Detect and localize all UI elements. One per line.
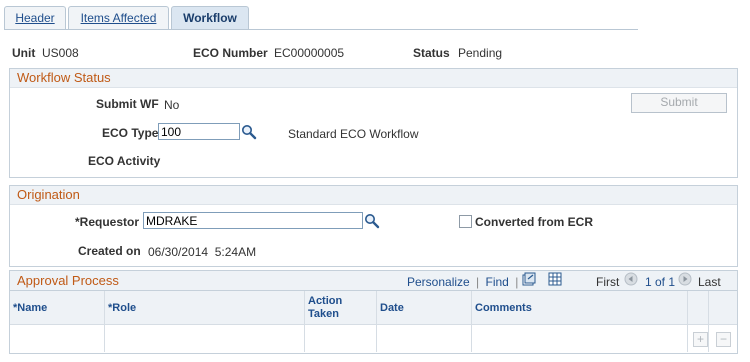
column-header-action-taken[interactable]: Action Taken (305, 291, 377, 324)
last-label[interactable]: Last (698, 275, 721, 289)
column-header-remove (709, 291, 737, 324)
table-row-cell-comments (472, 325, 688, 352)
previous-arrow-icon[interactable] (624, 272, 638, 286)
eco-number-value: EC00000005 (274, 46, 345, 60)
eco-type-description: Standard ECO Workflow (288, 127, 419, 141)
eco-type-input[interactable] (158, 123, 240, 140)
requestor-label: *Requestor (75, 215, 140, 229)
created-on-value: 06/30/2014 5:24AM (148, 245, 257, 259)
row-range: 1 of 1 (645, 275, 676, 289)
toolbar-separator-2: | (515, 275, 519, 289)
status-label: Status (413, 46, 450, 60)
table-row-cell-date (377, 325, 472, 352)
eco-number-label: ECO Number (193, 46, 268, 60)
column-header-role[interactable]: *Role (105, 291, 305, 324)
table-row-cell-role[interactable] (105, 325, 305, 352)
submit-button[interactable]: Submit (631, 93, 727, 113)
view-all-icon[interactable] (522, 272, 536, 286)
next-arrow-icon[interactable] (678, 272, 692, 286)
submit-wf-label: Submit WF (96, 97, 159, 111)
submit-wf-value: No (164, 98, 180, 112)
toolbar-separator: | (476, 275, 480, 289)
first-label[interactable]: First (596, 275, 619, 289)
download-grid-icon[interactable] (548, 272, 562, 286)
converted-from-ecr-checkbox[interactable] (459, 215, 472, 228)
requestor-lookup-icon[interactable] (364, 213, 380, 229)
status-value: Pending (458, 46, 503, 60)
find-link[interactable]: Find (486, 275, 509, 289)
delete-row-button[interactable]: − (716, 332, 731, 347)
add-row-button[interactable]: + (693, 332, 708, 347)
tab-items-affected[interactable]: Items Affected (68, 6, 169, 29)
created-on-label: Created on (78, 244, 141, 258)
eco-type-label: ECO Type (102, 126, 159, 140)
column-header-comments[interactable]: Comments (472, 291, 688, 324)
table-row-cell-action (305, 325, 377, 352)
personalize-link[interactable]: Personalize (407, 275, 470, 289)
eco-activity-label: ECO Activity (88, 154, 161, 168)
tab-workflow[interactable]: Workflow (171, 6, 249, 30)
origination-title: Origination (10, 186, 737, 205)
grid-toolbar: Personalize | Find | (407, 275, 521, 289)
column-header-name[interactable]: *Name (10, 291, 105, 324)
unit-value: US008 (42, 46, 79, 60)
column-header-date[interactable]: Date (377, 291, 472, 324)
converted-from-ecr-label: Converted from ECR (475, 215, 594, 229)
tab-header[interactable]: Header (4, 6, 66, 29)
workflow-status-title: Workflow Status (10, 69, 737, 88)
approval-grid: *Name *Role Action Taken Date Comments +… (9, 290, 738, 354)
column-header-add (688, 291, 709, 324)
requestor-input[interactable] (143, 212, 363, 229)
eco-type-lookup-icon[interactable] (241, 124, 257, 140)
unit-label: Unit (12, 46, 36, 60)
table-row-cell-name[interactable] (10, 325, 105, 352)
tab-divider (4, 29, 638, 30)
